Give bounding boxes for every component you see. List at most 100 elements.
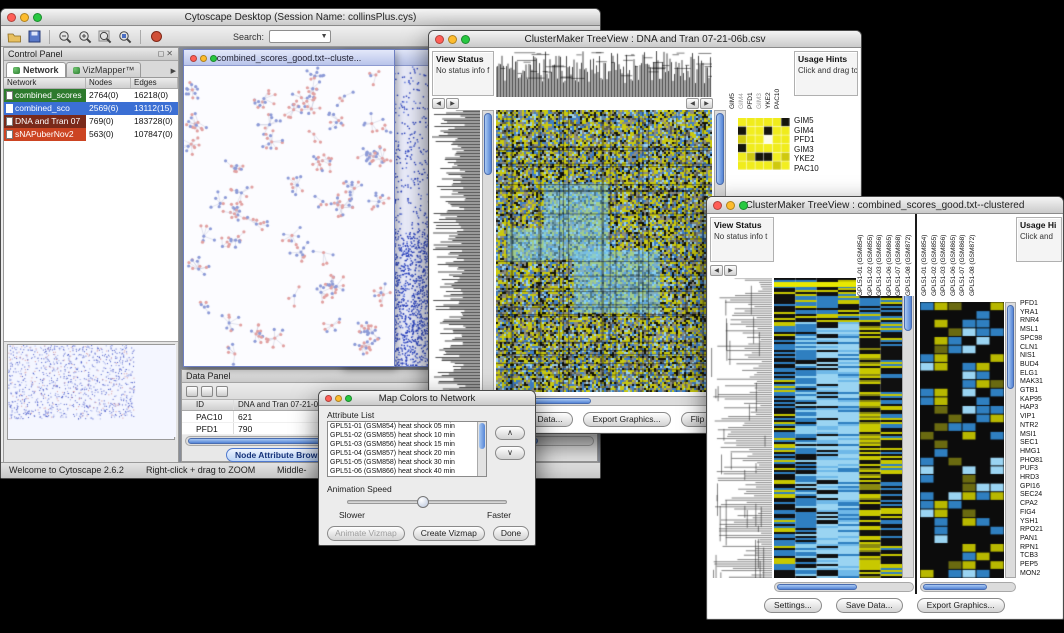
gene-dendrogram-canvas[interactable] bbox=[432, 110, 480, 392]
column-header-id[interactable]: ID bbox=[182, 400, 234, 410]
zoom-in-icon[interactable] bbox=[76, 29, 94, 45]
minimize-icon[interactable] bbox=[335, 395, 342, 402]
gene-label[interactable]: MSL1 bbox=[1020, 326, 1062, 335]
gene-label[interactable]: PUF3 bbox=[1020, 465, 1062, 474]
attribute-list-item[interactable]: GPL51-02 (GSM855) heat shock 10 min bbox=[328, 431, 486, 440]
gene-label[interactable]: MAK31 bbox=[1020, 378, 1062, 387]
network-view-canvas[interactable] bbox=[184, 66, 394, 366]
gene-label[interactable]: MSI1 bbox=[1020, 431, 1062, 440]
gene-label[interactable]: BUD4 bbox=[1020, 361, 1062, 370]
select-attributes-icon[interactable] bbox=[186, 386, 198, 397]
scroll-right-icon[interactable]: ▶ bbox=[724, 265, 737, 276]
dialog-button[interactable]: Animate Vizmap bbox=[327, 526, 405, 541]
create-attribute-icon[interactable] bbox=[201, 386, 213, 397]
gene-label[interactable]: HRD3 bbox=[1020, 474, 1062, 483]
zoom-fit-icon[interactable] bbox=[96, 29, 114, 45]
gene-label[interactable]: RPN1 bbox=[1020, 544, 1062, 553]
treeview-button[interactable]: Save Data... bbox=[836, 598, 903, 613]
network-row[interactable]: combined_scores 2764(0) 16218(0) bbox=[4, 89, 178, 102]
scroll-left-icon[interactable]: ◀ bbox=[710, 265, 723, 276]
zoom-vscrollbar[interactable] bbox=[1005, 302, 1016, 578]
column-label[interactable]: GPL51-02 (GSM855) bbox=[930, 217, 940, 296]
gene-label[interactable]: SPC98 bbox=[1020, 335, 1062, 344]
column-header-edges[interactable]: Edges bbox=[131, 78, 178, 88]
scrollbar-thumb[interactable] bbox=[923, 584, 987, 590]
scroll-right-icon[interactable]: ▶ bbox=[700, 98, 713, 109]
open-session-icon[interactable] bbox=[5, 29, 23, 45]
minimize-icon[interactable] bbox=[20, 13, 29, 22]
treeview-button[interactable]: Export Graphics... bbox=[917, 598, 1005, 613]
zoom-out-icon[interactable] bbox=[56, 29, 74, 45]
close-icon[interactable] bbox=[325, 395, 332, 402]
network-view-frame[interactable]: combined_scores_good.txt--cluste... bbox=[183, 49, 395, 367]
gene-label[interactable]: FIG4 bbox=[1020, 509, 1062, 518]
attribute-list-item[interactable]: GPL51-01 (GSM854) heat shock 05 min bbox=[328, 422, 486, 431]
panel-float-icon[interactable]: ◻ bbox=[158, 49, 167, 58]
gene-label[interactable]: NTR2 bbox=[1020, 422, 1062, 431]
list-vscrollbar[interactable] bbox=[477, 422, 486, 476]
column-label[interactable]: YKE2 bbox=[764, 51, 773, 109]
column-label[interactable]: PFD1 bbox=[746, 51, 755, 109]
save-session-icon[interactable] bbox=[25, 29, 43, 45]
gene-label[interactable]: GIM3 bbox=[794, 145, 856, 155]
gene-label[interactable]: NIS1 bbox=[1020, 352, 1062, 361]
heatmap-hscrollbar[interactable] bbox=[774, 582, 914, 592]
gene-label[interactable]: PAC10 bbox=[794, 164, 856, 174]
column-label[interactable]: PAC10 bbox=[773, 51, 782, 109]
gene-label[interactable]: HAP3 bbox=[1020, 404, 1062, 413]
gene-label[interactable]: PFD1 bbox=[1020, 300, 1062, 309]
zoom-hscrollbar[interactable] bbox=[920, 582, 1016, 592]
network-row[interactable]: combined_sco 2569(6) 13112(15) bbox=[4, 102, 178, 115]
dialog-title-bar[interactable]: Map Colors to Network bbox=[319, 391, 535, 406]
heatmap-vscrollbar[interactable] bbox=[902, 278, 914, 578]
column-dendrogram-canvas[interactable] bbox=[496, 51, 712, 97]
move-up-button[interactable]: ∧ bbox=[495, 426, 525, 440]
attribute-list-item[interactable]: GPL51-03 (GSM856) heat shock 15 min bbox=[328, 440, 486, 449]
gene-label[interactable]: MON2 bbox=[1020, 570, 1062, 579]
gene-label[interactable]: GIM4 bbox=[794, 126, 856, 136]
column-label[interactable]: GIM5 bbox=[728, 51, 737, 109]
minimize-icon[interactable] bbox=[726, 201, 735, 210]
slider-handle[interactable] bbox=[417, 496, 429, 508]
column-label[interactable]: GIM4 bbox=[737, 51, 746, 109]
treeview-dna-title-bar[interactable]: ClusterMaker TreeView : DNA and Tran 07-… bbox=[429, 31, 861, 48]
frame-close-icon[interactable] bbox=[190, 55, 197, 62]
close-icon[interactable] bbox=[435, 35, 444, 44]
gene-label[interactable]: PAN1 bbox=[1020, 535, 1062, 544]
scroll-right-icon[interactable]: ▶ bbox=[446, 98, 459, 109]
gene-label[interactable]: GPI16 bbox=[1020, 483, 1062, 492]
dendrogram-vscrollbar[interactable] bbox=[482, 110, 494, 392]
close-icon[interactable] bbox=[713, 201, 722, 210]
zoom-selected-icon[interactable] bbox=[116, 29, 134, 45]
gene-dendrogram-canvas[interactable] bbox=[710, 278, 772, 578]
column-label[interactable]: GPL51-02 (GSM855) bbox=[866, 217, 876, 296]
gene-label[interactable]: GTB1 bbox=[1020, 387, 1062, 396]
dialog-button[interactable]: Done bbox=[493, 526, 529, 541]
gene-label[interactable]: SEC1 bbox=[1020, 439, 1062, 448]
attribute-list-item[interactable]: GPL51-05 (GSM858) heat shock 30 min bbox=[328, 458, 486, 467]
maximize-icon[interactable] bbox=[739, 201, 748, 210]
column-header-nodes[interactable]: Nodes bbox=[86, 78, 131, 88]
delete-attribute-icon[interactable] bbox=[216, 386, 228, 397]
control-panel-tab[interactable]: Network bbox=[6, 62, 66, 77]
column-label[interactable]: GPL51-01 (GSM854) bbox=[920, 217, 930, 296]
move-down-button[interactable]: ∨ bbox=[495, 446, 525, 460]
attribute-list[interactable]: GPL51-01 (GSM854) heat shock 05 minGPL51… bbox=[327, 421, 487, 477]
heatmap-canvas[interactable] bbox=[496, 110, 712, 392]
scrollbar-thumb[interactable] bbox=[777, 584, 857, 590]
column-label[interactable]: GPL51-03 (GSM856) bbox=[939, 217, 949, 296]
panel-close-icon[interactable]: ✕ bbox=[166, 49, 175, 58]
attribute-list-item[interactable]: GPL51-04 (GSM857) heat shock 20 min bbox=[328, 449, 486, 458]
column-label[interactable]: GPL51-07 (GSM868) bbox=[894, 217, 904, 296]
gene-label[interactable]: PFD1 bbox=[794, 135, 856, 145]
gene-label[interactable]: HMG1 bbox=[1020, 448, 1062, 457]
annotation-icon[interactable] bbox=[147, 29, 165, 45]
frame-minimize-icon[interactable] bbox=[200, 55, 207, 62]
scrollbar-thumb[interactable] bbox=[716, 113, 724, 185]
column-label[interactable]: GPL51-06 (GSM865) bbox=[949, 217, 959, 296]
scrollbar-thumb[interactable] bbox=[479, 423, 485, 449]
gene-label[interactable]: SEC24 bbox=[1020, 491, 1062, 500]
frame-title-bar[interactable]: combined_scores_good.txt--cluste... bbox=[184, 50, 394, 66]
minimize-icon[interactable] bbox=[448, 35, 457, 44]
treeview-button[interactable]: Settings... bbox=[764, 598, 822, 613]
